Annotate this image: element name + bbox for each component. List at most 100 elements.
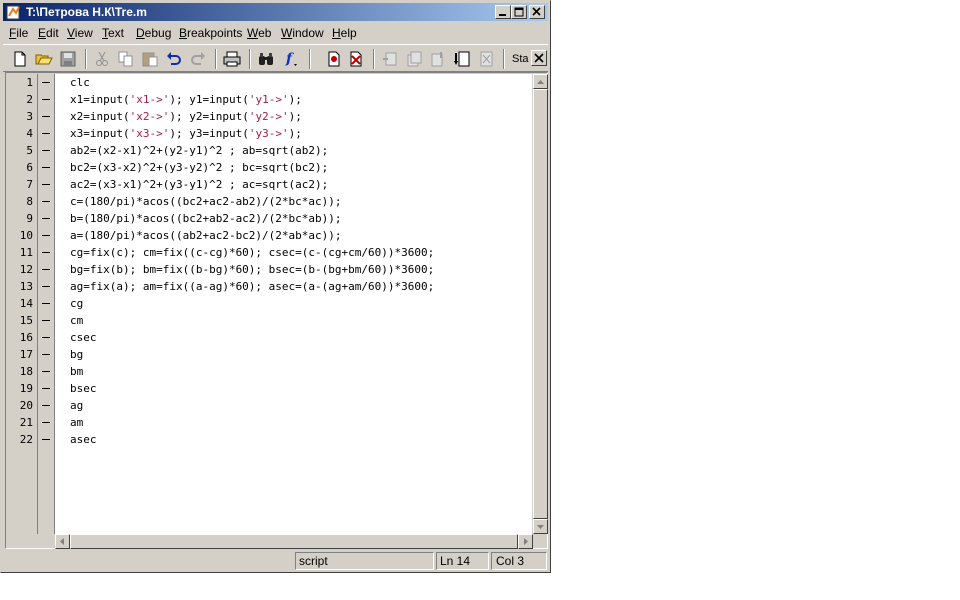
- new-file-icon[interactable]: [11, 50, 29, 68]
- horizontal-scrollbar[interactable]: [55, 534, 533, 549]
- breakpoint-marker[interactable]: [42, 405, 50, 406]
- step-in-icon[interactable]: [405, 50, 423, 68]
- menu-help[interactable]: Help: [332, 26, 357, 40]
- breakpoint-marker[interactable]: [42, 303, 50, 304]
- find-icon[interactable]: [257, 50, 275, 68]
- line-number: 9: [26, 212, 33, 225]
- vertical-scrollbar[interactable]: [533, 74, 548, 534]
- breakpoint-marker[interactable]: [42, 320, 50, 321]
- breakpoint-marker[interactable]: [42, 286, 50, 287]
- clear-breakpoints-icon[interactable]: [347, 50, 365, 68]
- continue-icon[interactable]: [453, 50, 471, 68]
- code-line[interactable]: bsec: [70, 380, 97, 397]
- breakpoint-marker[interactable]: [42, 269, 50, 270]
- breakpoint-marker[interactable]: [42, 99, 50, 100]
- code-line[interactable]: x2=input('x2->'); y2=input('y2->');: [70, 108, 302, 125]
- breakpoint-marker[interactable]: [42, 252, 50, 253]
- menu-text[interactable]: Text: [102, 26, 124, 40]
- scroll-down-button[interactable]: [533, 519, 548, 534]
- paste-icon[interactable]: [141, 50, 159, 68]
- code-line[interactable]: bg=fix(b); bm=fix((b-bg)*60); bsec=(b-(b…: [70, 261, 434, 278]
- breakpoint-marker[interactable]: [42, 201, 50, 202]
- code-line[interactable]: cg: [70, 295, 83, 312]
- cut-icon[interactable]: [93, 50, 111, 68]
- breakpoint-marker[interactable]: [42, 439, 50, 440]
- status-bar: script Ln 14 Col 3: [3, 552, 548, 571]
- line-number: 8: [26, 195, 33, 208]
- toolbar-separator: [85, 49, 87, 69]
- line-number: 2: [26, 93, 33, 106]
- breakpoint-marker[interactable]: [42, 354, 50, 355]
- code-line[interactable]: c=(180/pi)*acos((bc2+ac2-ab2)/(2*bc*ac))…: [70, 193, 342, 210]
- menu-debug[interactable]: Debug: [136, 26, 171, 40]
- breakpoint-marker[interactable]: [42, 388, 50, 389]
- code-editor[interactable]: clc x1=input('x1->'); y1=input('y1->'); x2…: [55, 74, 532, 534]
- code-line[interactable]: ag: [70, 397, 83, 414]
- step-out-icon[interactable]: [429, 50, 447, 68]
- line-number: 16: [19, 331, 33, 344]
- arrow-up-icon: [537, 80, 544, 84]
- breakpoint-marker[interactable]: [42, 116, 50, 117]
- code-line[interactable]: ac2=(x3-x1)^2+(y3-y1)^2 ; ac=sqrt(ac2);: [70, 176, 328, 193]
- code-line[interactable]: clc: [70, 74, 90, 91]
- exit-debug-icon[interactable]: [477, 50, 495, 68]
- redo-icon[interactable]: [189, 50, 207, 68]
- code-line[interactable]: b=(180/pi)*acos((bc2+ab2-ac2)/(2*bc*ab))…: [70, 210, 342, 227]
- code-line[interactable]: bg: [70, 346, 83, 363]
- code-line[interactable]: ag=fix(a); am=fix((a-ag)*60); asec=(a-(a…: [70, 278, 434, 295]
- toolbar-separator: [503, 49, 505, 69]
- stack-close-button[interactable]: [531, 50, 547, 66]
- print-icon[interactable]: [223, 50, 241, 68]
- set-breakpoint-icon[interactable]: [325, 50, 343, 68]
- breakpoint-marker[interactable]: [42, 167, 50, 168]
- function-icon[interactable]: f: [283, 50, 301, 68]
- breakpoint-marker[interactable]: [42, 133, 50, 134]
- code-line[interactable]: bc2=(x3-x2)^2+(y3-y2)^2 ; bc=sqrt(bc2);: [70, 159, 328, 176]
- breakpoint-marker[interactable]: [42, 422, 50, 423]
- save-icon[interactable]: [59, 50, 77, 68]
- open-folder-icon[interactable]: [35, 50, 53, 68]
- breakpoint-marker[interactable]: [42, 371, 50, 372]
- line-number: 15: [19, 314, 33, 327]
- menu-view[interactable]: View: [67, 26, 93, 40]
- matlab-app-icon: [6, 5, 20, 20]
- minimize-button[interactable]: [495, 5, 511, 19]
- breakpoint-marker[interactable]: [42, 337, 50, 338]
- scroll-left-button[interactable]: [55, 534, 70, 549]
- code-line[interactable]: x1=input('x1->'); y1=input('y1->');: [70, 91, 302, 108]
- menu-edit[interactable]: Edit: [38, 26, 59, 40]
- breakpoint-marker[interactable]: [42, 218, 50, 219]
- breakpoint-marker[interactable]: [42, 150, 50, 151]
- maximize-button[interactable]: [511, 5, 527, 19]
- stack-label[interactable]: Sta: [512, 53, 529, 65]
- code-line[interactable]: asec: [70, 431, 97, 448]
- menu-file[interactable]: File: [9, 26, 28, 40]
- copy-icon[interactable]: [117, 50, 135, 68]
- code-line[interactable]: x3=input('x3->'); y3=input('y3->');: [70, 125, 302, 142]
- code-line[interactable]: a=(180/pi)*acos((ab2+ac2-bc2)/(2*ab*ac))…: [70, 227, 342, 244]
- code-line[interactable]: csec: [70, 329, 97, 346]
- menu-breakpoints[interactable]: Breakpoints: [179, 26, 242, 40]
- scroll-right-button[interactable]: [518, 534, 533, 549]
- vertical-scroll-thumb[interactable]: [533, 89, 548, 519]
- code-line[interactable]: cm: [70, 312, 83, 329]
- breakpoint-marker[interactable]: [42, 184, 50, 185]
- status-line: Ln 14: [436, 552, 489, 570]
- scroll-up-button[interactable]: [533, 74, 548, 89]
- code-line[interactable]: ab2=(x2-x1)^2+(y2-y1)^2 ; ab=sqrt(ab2);: [70, 142, 328, 159]
- code-line[interactable]: cg=fix(c); cm=fix((c-cg)*60); csec=(c-(c…: [70, 244, 434, 261]
- horizontal-scroll-thumb[interactable]: [70, 534, 518, 549]
- code-line[interactable]: am: [70, 414, 83, 431]
- line-number-gutter[interactable]: 1 2 3 4 5 6 7 8 9 10 11 12 13 14 15 16 17 18 19 20 21 22: [7, 74, 55, 534]
- title-bar[interactable]: T:\Петрова Н.К\Tre.m: [3, 3, 548, 21]
- breakpoint-marker[interactable]: [42, 235, 50, 236]
- minimize-icon: [499, 14, 506, 16]
- menu-window[interactable]: Window: [281, 26, 324, 40]
- undo-icon[interactable]: [165, 50, 183, 68]
- breakpoint-marker[interactable]: [42, 82, 50, 83]
- menu-web[interactable]: Web: [247, 26, 271, 40]
- close-icon: [534, 53, 544, 63]
- step-icon[interactable]: [381, 50, 399, 68]
- code-line[interactable]: bm: [70, 363, 83, 380]
- close-button[interactable]: [529, 5, 545, 19]
